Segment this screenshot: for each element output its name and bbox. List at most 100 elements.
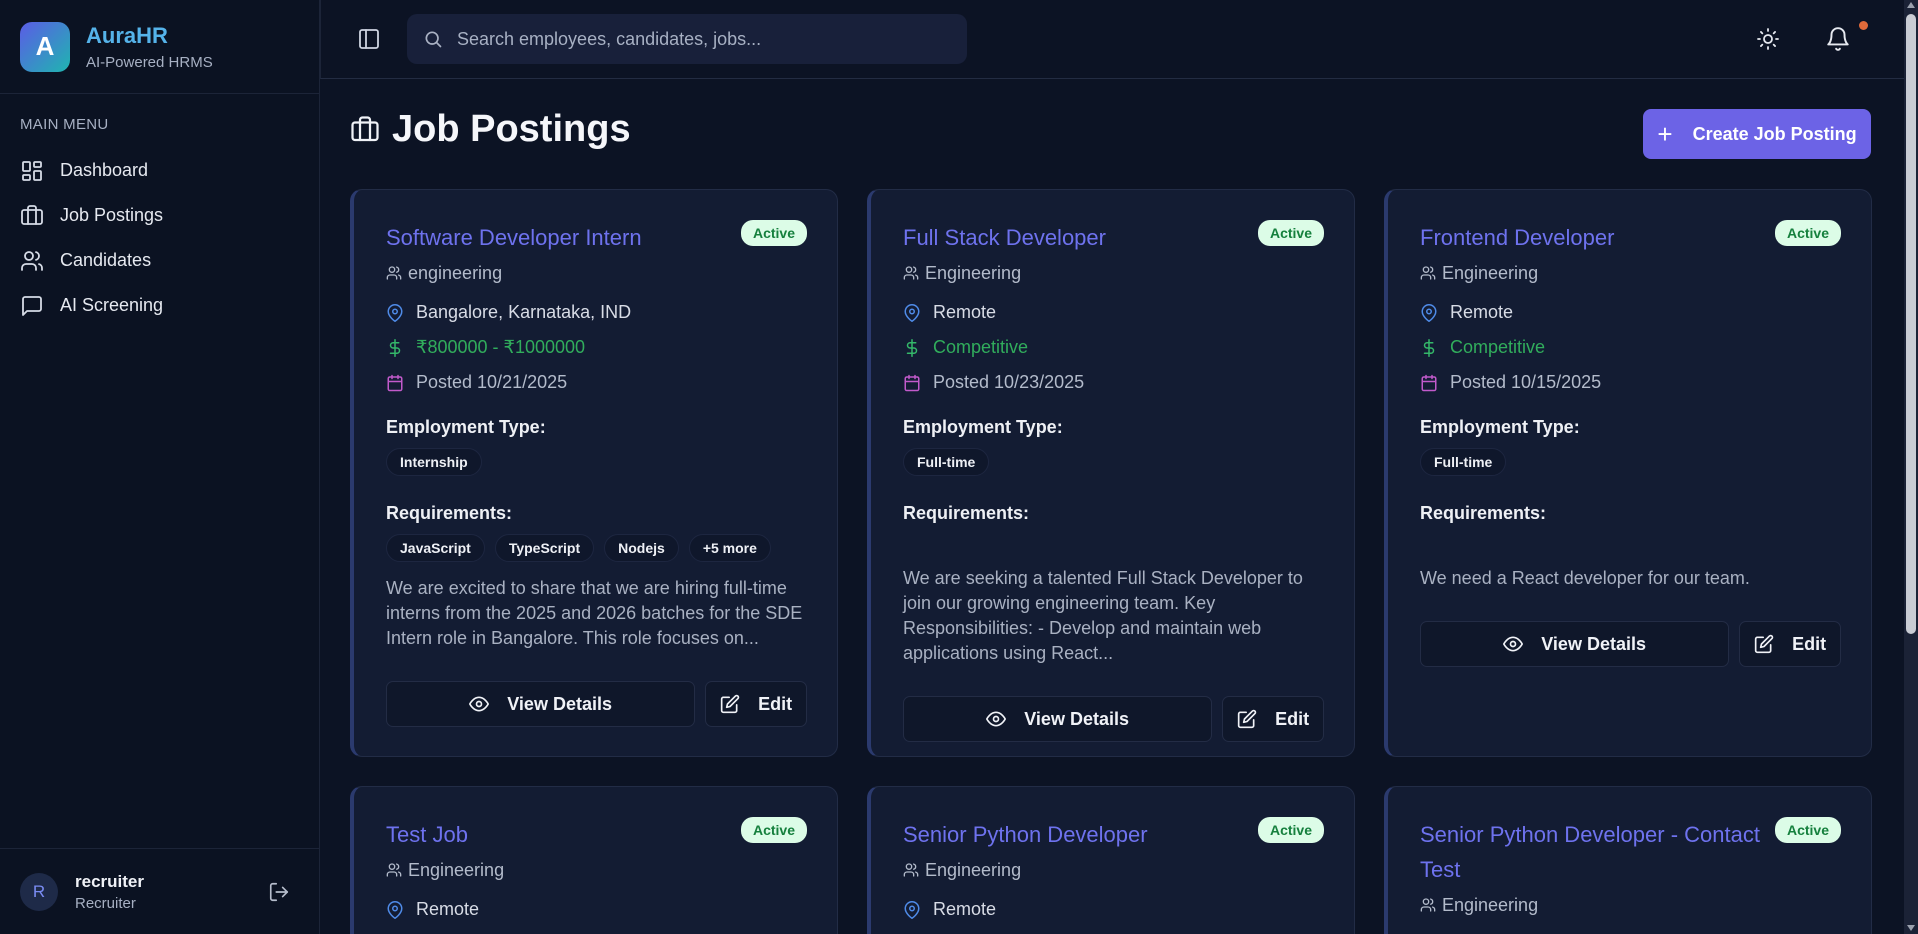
posted-label: Posted 10/15/2025 [1450,372,1602,392]
users-icon [903,265,919,281]
status-badge: Active [1774,220,1841,246]
scrollbar[interactable] [1904,0,1918,934]
salary: ₹800000 - ₹1000000 [386,330,807,365]
map-pin-icon [903,900,921,919]
department-label: Engineering [1442,894,1539,915]
brand-logo: A [20,21,70,72]
logout-icon[interactable] [268,881,290,903]
map-pin-icon [1420,303,1438,322]
users-icon [386,265,402,281]
department: Engineering [903,257,1324,289]
location: Remote [903,892,1324,927]
view-details-button[interactable]: View Details [903,696,1213,742]
eye-icon [986,709,1007,729]
main-menu: Dashboard Job Postings Candidates AI Scr… [20,148,300,328]
department: Engineering [1420,257,1841,289]
department: Engineering [386,854,807,886]
posted-date: Posted 10/21/2025 [386,365,807,400]
location-label: Remote [933,899,997,919]
sidebar-item-label: Dashboard [60,160,149,180]
status-badge: Active [1257,817,1324,843]
sidebar-item-ai-screening[interactable]: AI Screening [20,283,300,328]
view-details-button[interactable]: View Details [386,681,696,727]
employment-type-chips: Full-time [903,448,1324,476]
view-details-button[interactable]: View Details [1420,621,1730,667]
job-card: Test Job Active Engineering Remote [350,786,838,934]
employment-type-heading: Employment Type: [903,417,1063,437]
message-square-icon [20,294,44,318]
card-actions: View Details Edit [903,696,1324,742]
menu-title: MAIN MENU [20,116,109,133]
department-label: Engineering [925,859,1022,880]
view-details-label: View Details [1024,708,1129,729]
status-badge: Active [1257,220,1324,246]
sidebar-item-dashboard[interactable]: Dashboard [20,148,300,193]
card-actions: View Details Edit [386,681,807,727]
calendar-icon [903,374,921,392]
requirements-heading: Requirements: [386,503,513,523]
edit-icon [1237,709,1257,729]
location-label: Remote [933,302,997,322]
job-card: Senior Python Developer Active Engineeri… [867,786,1355,934]
sidebar-item-label: Job Postings [60,205,164,225]
sidebar-item-job-postings[interactable]: Job Postings [20,193,300,238]
sidebar: A AuraHR AI-Powered HRMS MAIN MENU Dashb… [0,0,320,934]
edit-label: Edit [1275,708,1310,729]
department: Engineering [1420,889,1841,921]
employment-type-heading: Employment Type: [386,417,546,437]
sidebar-toggle-icon[interactable] [357,27,381,51]
scroll-up-icon[interactable] [1907,2,1915,8]
avatar: R [20,872,58,911]
scrollbar-thumb[interactable] [1906,14,1916,634]
salary-label: ₹800000 - ₹1000000 [416,337,586,357]
dollar-icon [1420,338,1438,357]
page-title: Job Postings [392,108,631,150]
topbar [320,0,1904,79]
dollar-icon [386,338,404,357]
search-input[interactable] [457,28,937,50]
status-badge: Active [740,220,807,246]
job-description: We are excited to share that we are hiri… [386,578,803,648]
edit-button[interactable]: Edit [1739,621,1841,667]
requirements-chips: JavaScript TypeScript Nodejs +5 more [386,534,807,562]
location-label: Bangalore, Karnataka, IND [416,302,632,322]
eye-icon [1503,634,1524,654]
edit-icon [720,694,740,714]
user-name: recruiter [75,871,144,891]
scroll-down-icon[interactable] [1907,925,1915,931]
sidebar-item-label: Candidates [60,250,152,270]
employment-type-chips: Full-time [1420,448,1841,476]
users-icon [1420,265,1436,281]
edit-button[interactable]: Edit [705,681,807,727]
location: Remote [1420,295,1841,330]
job-card: Frontend Developer Active Engineering Re… [1384,189,1872,757]
job-card: Senior Python Developer - Contact Test A… [1384,786,1872,934]
edit-button[interactable]: Edit [1222,696,1324,742]
department: Engineering [903,854,1324,886]
more-requirements-chip[interactable]: +5 more [688,534,771,562]
calendar-icon [386,374,404,392]
sidebar-item-candidates[interactable]: Candidates [20,238,300,283]
requirements-heading: Requirements: [903,503,1030,523]
notification-dot [1859,21,1868,30]
salary: Competitive [903,330,1324,365]
location: Bangalore, Karnataka, IND [386,295,807,330]
map-pin-icon [903,303,921,322]
briefcase-icon [350,115,380,145]
bell-icon[interactable] [1825,26,1851,52]
edit-icon [1754,634,1774,654]
sun-icon[interactable] [1756,27,1780,51]
posted-label: Posted 10/21/2025 [416,372,568,392]
department-label: Engineering [925,262,1022,283]
create-job-posting-button[interactable]: + Create Job Posting [1643,109,1871,159]
calendar-icon [1420,374,1438,392]
salary-label: Competitive [933,337,1029,357]
create-job-posting-label: Create Job Posting [1692,123,1857,144]
location: Remote [903,295,1324,330]
job-card: Software Developer Intern Active enginee… [350,189,838,757]
department-label: Engineering [1442,262,1539,283]
employment-type-chip: Full-time [1420,448,1507,476]
requirement-chip: TypeScript [494,534,595,562]
employment-type-chip: Full-time [903,448,990,476]
location-label: Remote [1450,302,1514,322]
